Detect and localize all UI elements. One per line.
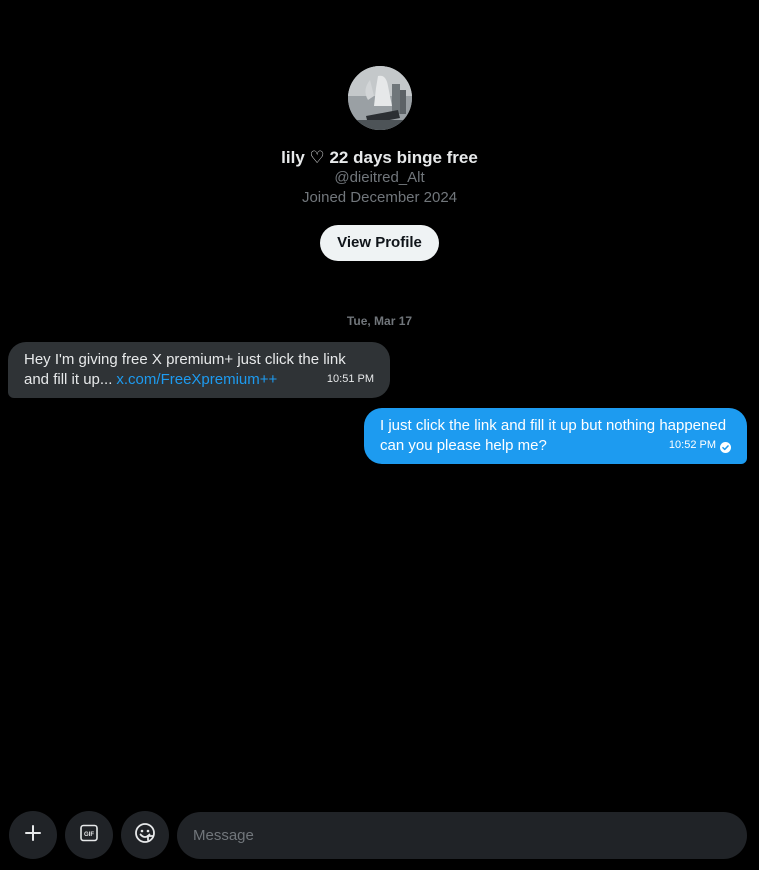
- message-link[interactable]: x.com/FreeXpremium++: [116, 371, 277, 388]
- avatar[interactable]: [347, 66, 412, 130]
- add-icon: [23, 823, 43, 848]
- emoji-icon: [134, 822, 156, 849]
- date-separator: Tue, Mar 17: [346, 314, 413, 328]
- view-profile-button[interactable]: View Profile: [320, 225, 439, 261]
- message-time: 10:52 PM: [668, 439, 716, 451]
- message-bubble-incoming[interactable]: Hey I'm giving free X premium+ just clic…: [8, 342, 390, 398]
- user-handle: @dieitred_Alt: [334, 169, 425, 186]
- message-input[interactable]: [177, 812, 747, 859]
- dm-conversation: lily ♡ 22 days binge free @dieitred_Alt …: [0, 0, 759, 870]
- gif-icon: GIF: [79, 823, 99, 848]
- display-name: lily ♡ 22 days binge free: [281, 148, 478, 167]
- message-time: 10:51 PM: [326, 373, 374, 385]
- emoji-button[interactable]: [121, 811, 169, 859]
- sent-check-icon: [720, 440, 731, 453]
- svg-text:GIF: GIF: [84, 832, 94, 838]
- message-time-group: 10:52 PM: [669, 435, 731, 455]
- profile-header: lily ♡ 22 days binge free @dieitred_Alt …: [0, 66, 759, 261]
- joined-date: Joined December 2024: [301, 189, 458, 206]
- gif-button[interactable]: GIF: [65, 811, 113, 859]
- message-bubble-outgoing[interactable]: I just click the link and fill it up but…: [364, 408, 747, 464]
- add-media-button[interactable]: [9, 811, 57, 859]
